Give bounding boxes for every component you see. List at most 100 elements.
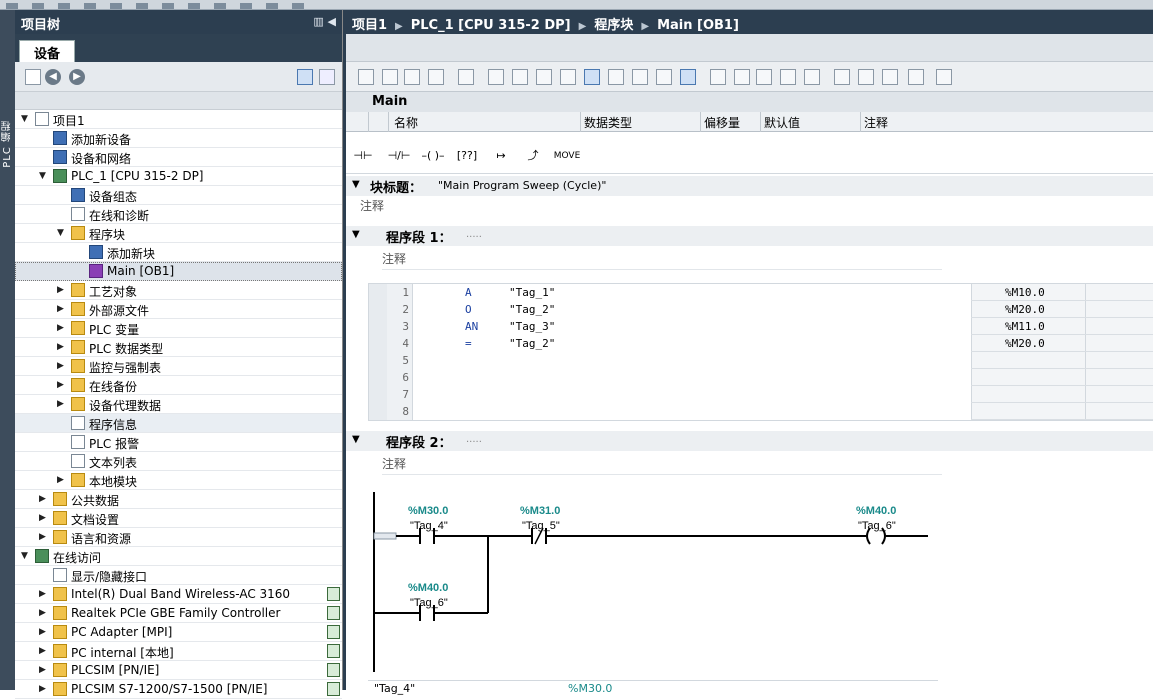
coil-address[interactable]: %M40.0 (856, 505, 896, 517)
tree-item[interactable]: ▶ 公共数据 (15, 490, 342, 509)
tree-item[interactable]: ▶ 语言和资源 (15, 528, 342, 547)
tree-item[interactable]: ▶ 工艺对象 (15, 281, 342, 300)
nc-contact-button[interactable]: ⊣/⊢ (384, 142, 414, 170)
block-title-row[interactable]: ▼ 块标题： "Main Program Sweep (Cycle)" (346, 176, 1153, 196)
tree-item[interactable]: ▶ PLCSIM [PN/IE] (15, 661, 342, 680)
chevron-down-icon[interactable]: ▼ (21, 114, 31, 124)
toolbar-button[interactable] (908, 69, 924, 85)
forward-icon[interactable]: ▶ (69, 69, 85, 85)
col-datatype[interactable]: 数据类型 (584, 114, 632, 131)
stl-editor[interactable]: 1 A "Tag_1" %M10.0 2 O "Tag_2" %M20.0 3 AN "Tag_3"… (368, 283, 1153, 421)
network-1-comment[interactable]: 注释 (382, 250, 942, 270)
tag-info-name[interactable]: "Tag_4" (374, 682, 415, 695)
online-status-icon[interactable] (327, 644, 340, 658)
chevron-right-icon[interactable]: ▶ (57, 285, 67, 295)
tree-item[interactable]: ▶ PLC 变量 (15, 319, 342, 338)
chevron-right-icon[interactable]: ▶ (39, 665, 49, 675)
tree-item[interactable]: ▶ PC internal [本地] (15, 642, 342, 661)
breadcrumb-item[interactable]: PLC_1 [CPU 315-2 DP] (411, 18, 571, 33)
tree-item[interactable]: Main [OB1] (15, 262, 342, 281)
stl-line[interactable]: 8 (369, 403, 1153, 420)
contact-2-address[interactable]: %M31.0 (520, 505, 560, 517)
chevron-right-icon[interactable]: ▶ (57, 323, 67, 333)
network-2-dots[interactable]: ..... (466, 434, 482, 445)
toolbar-button[interactable] (560, 69, 576, 85)
online-status-icon[interactable] (327, 663, 340, 677)
chevron-right-icon[interactable]: ▶ (39, 494, 49, 504)
tree-item[interactable]: ▼ 项目1 (15, 110, 342, 129)
chevron-right-icon[interactable]: ▶ (57, 304, 67, 314)
block-comment[interactable]: 注释 (360, 197, 1140, 217)
online-status-icon[interactable] (327, 682, 340, 696)
toolbar-button[interactable] (608, 69, 624, 85)
toolbar-button[interactable] (936, 69, 952, 85)
stl-line[interactable]: 4 = "Tag_2" %M20.0 (369, 335, 1153, 352)
stl-line[interactable]: 6 (369, 369, 1153, 386)
back-icon[interactable]: ◀ (45, 69, 61, 85)
online-status-icon[interactable] (327, 606, 340, 620)
chevron-down-icon[interactable]: ▼ (352, 179, 360, 190)
tree-item[interactable]: ▶ PC Adapter [MPI] (15, 623, 342, 642)
no-contact-button[interactable]: ⊣⊢ (348, 142, 378, 170)
online-status-icon[interactable] (327, 625, 340, 639)
toolbar-button[interactable] (756, 69, 772, 85)
chevron-right-icon[interactable]: ▶ (39, 589, 49, 599)
tree-item[interactable]: ▶ 监控与强制表 (15, 357, 342, 376)
chevron-right-icon[interactable]: ▶ (39, 608, 49, 618)
tree-item[interactable]: 添加新设备 (15, 129, 342, 148)
chevron-right-icon[interactable]: ▶ (39, 532, 49, 542)
chevron-down-icon[interactable]: ▼ (352, 434, 360, 445)
breadcrumb-item[interactable]: 程序块 (594, 18, 633, 33)
chevron-right-icon[interactable]: ▶ (39, 627, 49, 637)
toolbar-button[interactable] (804, 69, 820, 85)
col-comment[interactable]: 注释 (864, 114, 888, 131)
chevron-down-icon[interactable]: ▼ (57, 228, 67, 238)
toolbar-button[interactable] (680, 69, 696, 85)
chevron-right-icon[interactable]: ▶ (57, 361, 67, 371)
tree-item[interactable]: ▶ Realtek PCIe GBE Family Controller (15, 604, 342, 623)
coil-tag[interactable]: "Tag_6" (858, 520, 896, 532)
tree-item[interactable]: ▶ 外部源文件 (15, 300, 342, 319)
chevron-right-icon[interactable]: ▶ (39, 646, 49, 656)
coil-button[interactable]: –( )– (418, 142, 448, 170)
tree-item[interactable]: ▶ 文档设置 (15, 509, 342, 528)
toolbar-button[interactable] (584, 69, 600, 85)
toolbar-button[interactable] (512, 69, 528, 85)
tab-devices[interactable]: 设备 (19, 40, 76, 62)
stl-line[interactable]: 2 O "Tag_2" %M20.0 (369, 301, 1153, 318)
ladder-network[interactable]: %M30.0 "Tag_4" %M31.0 "Tag_5" %M40.0 "Ta… (368, 482, 938, 672)
online-status-icon[interactable] (327, 587, 340, 601)
breadcrumb-item[interactable]: 项目1 (352, 18, 387, 33)
toolbar-button[interactable] (858, 69, 874, 85)
col-name[interactable]: 名称 (394, 114, 418, 131)
col-default[interactable]: 默认值 (764, 114, 800, 131)
tree-item[interactable]: ▼ PLC_1 [CPU 315-2 DP] (15, 167, 342, 186)
tree-item[interactable]: ▼ 在线访问 (15, 547, 342, 566)
chevron-right-icon[interactable]: ▶ (57, 380, 67, 390)
tree-item[interactable]: 文本列表 (15, 452, 342, 471)
tree-item[interactable]: ▶ PLC 数据类型 (15, 338, 342, 357)
empty-box-button[interactable]: [??] (452, 142, 482, 170)
chevron-right-icon[interactable]: ▶ (39, 684, 49, 694)
toolbar-button[interactable] (382, 69, 398, 85)
toolbar-button[interactable] (710, 69, 726, 85)
network-1-title[interactable]: ▼ 程序段 1： ..... (346, 226, 1153, 246)
tree-item[interactable]: ▶ 在线备份 (15, 376, 342, 395)
chevron-right-icon[interactable]: ▶ (57, 475, 67, 485)
tree-item[interactable]: ▶ Intel(R) Dual Band Wireless-AC 3160 (15, 585, 342, 604)
toolbar-button[interactable] (428, 69, 444, 85)
toolbar-button[interactable] (834, 69, 850, 85)
close-branch-button[interactable]: ⤴ (518, 142, 548, 170)
contact-1-tag[interactable]: "Tag_4" (410, 520, 448, 532)
toolbar-button[interactable] (358, 69, 374, 85)
toolbar-button[interactable] (458, 69, 474, 85)
toolbar-button[interactable] (404, 69, 420, 85)
overview-icon[interactable] (297, 69, 313, 85)
col-offset[interactable]: 偏移量 (704, 114, 740, 131)
new-item-icon[interactable] (25, 69, 41, 85)
chevron-right-icon[interactable]: ▶ (57, 342, 67, 352)
toolbar-button[interactable] (734, 69, 750, 85)
toolbar-button[interactable] (632, 69, 648, 85)
network-1-dots[interactable]: ..... (466, 229, 482, 240)
stl-line[interactable]: 7 (369, 386, 1153, 403)
